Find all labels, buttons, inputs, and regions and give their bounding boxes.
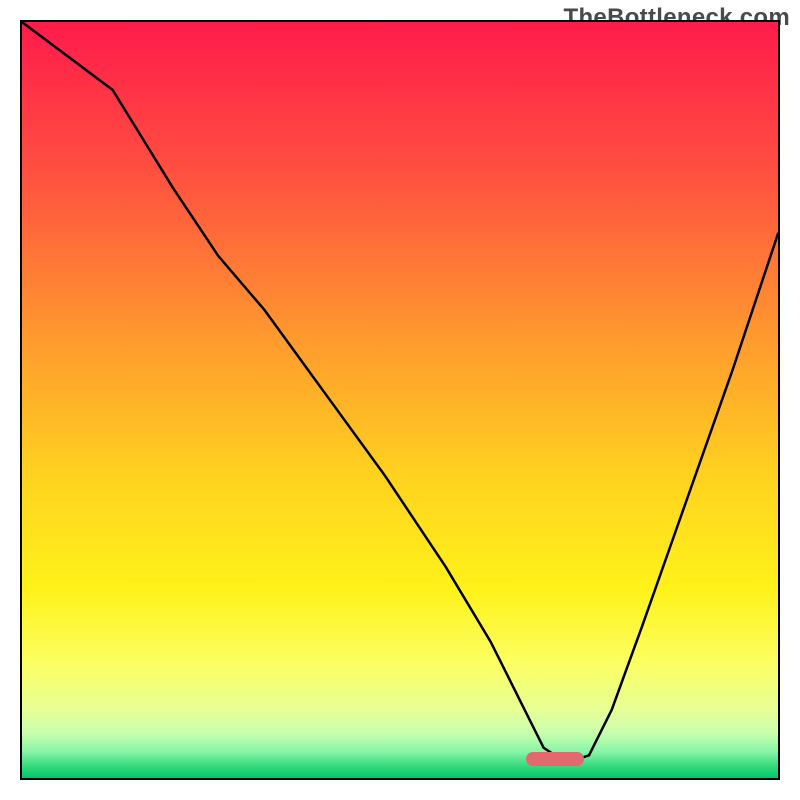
chart-frame: TheBottleneck.com xyxy=(0,0,800,800)
plot-area xyxy=(20,20,780,780)
minimum-marker xyxy=(526,752,584,766)
bottleneck-curve xyxy=(22,22,778,778)
